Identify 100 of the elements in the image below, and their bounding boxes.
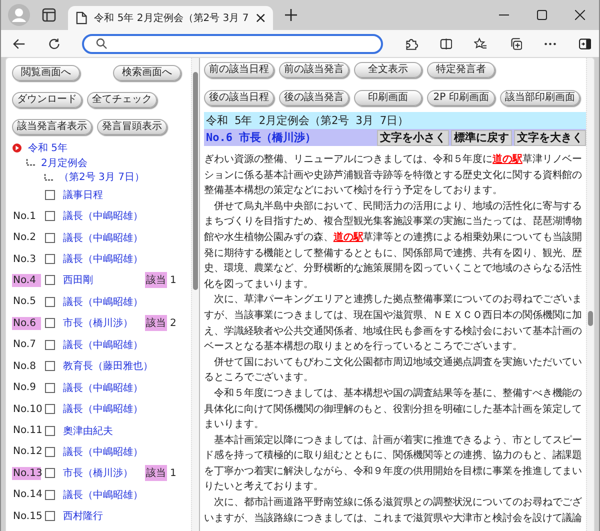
speech-number: No.15 <box>12 510 41 523</box>
new-tab-icon[interactable] <box>285 9 297 21</box>
checkbox[interactable] <box>45 340 55 350</box>
speaker-link[interactable]: 議長（中嶋昭雄） <box>63 402 145 416</box>
speaker-link[interactable]: 奧津由紀夫 <box>63 424 145 438</box>
nav-button[interactable]: 後の該当日程 <box>204 90 274 106</box>
speaker-link[interactable]: 教育長（藤田雅也） <box>63 359 145 374</box>
checkbox[interactable] <box>45 275 55 286</box>
speech-number: No.3 <box>12 252 37 266</box>
address-field[interactable] <box>82 34 384 54</box>
nav-button[interactable]: 前の該当発言 <box>279 62 349 78</box>
speaker-link[interactable]: 議長（中嶋昭雄） <box>63 252 145 266</box>
nav-button[interactable]: 前の該当日程 <box>204 62 274 78</box>
refresh-icon[interactable] <box>48 36 60 50</box>
split-screen-icon[interactable] <box>440 36 452 50</box>
speaker-link[interactable]: 議長（中嶋昭雄） <box>63 294 145 309</box>
speaker-link[interactable]: 西田剛 <box>63 273 145 288</box>
collections-icon[interactable] <box>510 36 522 50</box>
tab-title: 令和 5年 2月定例会（第2号 3月 7 <box>94 12 249 25</box>
close-icon[interactable] <box>575 10 585 20</box>
close-icon[interactable] <box>256 13 265 23</box>
browser-tab[interactable]: 令和 5年 2月定例会（第2号 3月 7 <box>68 6 273 30</box>
checkbox[interactable] <box>45 511 55 522</box>
maximize-icon[interactable] <box>537 10 547 20</box>
checkbox[interactable] <box>45 232 55 243</box>
speaker-link[interactable]: 議長（中嶋昭雄） <box>63 488 145 502</box>
speech-paragraph: 併せて烏丸半島中央部において、民間活力の活用により、地域の活性化に寄与するまちづくりを目指すため、複合型観光集客施設事業の実施に当たっては、琵琶湖博物館や水生植物公園みずの森、道の駅草津等との連携による相乗効果についても当該開発に期待する機能として整備するとともに、関係部局で連携、共有を図り、観光、歴史、環境、農業など、分野横断的な施策展開を図っていくことで地域のさらなる活性化を図ってまいります。 <box>204 200 584 292</box>
tree-item[interactable]: （第2号 3月 7日） <box>59 170 144 184</box>
speech-paragraph: 併せて国においてもびわこ文化公園都市周辺地域交通拠点調査を実施いただいているところでございます。 <box>204 356 584 386</box>
nav-button[interactable]: 全てチェック <box>87 92 157 108</box>
hit-count: 1 <box>170 468 176 479</box>
speech-paragraph: ぎわい資源の整備、リニューアルにつきましては、令和５年度に道の駅草津リノベーションに係る基本計画や史跡芦浦観音寺跡等を特徴とする歴史文化に関する資料館の整備基本構想の策定などにおいて検討を行う予定をしております。 <box>204 152 584 198</box>
speech-number: No.11 <box>12 424 41 438</box>
speaker-name: No.6 市長（橋川渉） <box>206 130 316 145</box>
nav-button[interactable]: 検索画面へ <box>113 65 181 81</box>
speaker-link[interactable]: 議長（中嶋昭雄） <box>63 380 145 395</box>
puzzle-icon[interactable] <box>405 36 418 50</box>
checkbox[interactable] <box>45 468 55 478</box>
scrollbar[interactable] <box>191 58 199 531</box>
scrollbar-thumb[interactable] <box>588 311 593 326</box>
speaker-link[interactable]: 議長（中嶋昭雄） <box>63 209 145 224</box>
nav-button[interactable]: 2P 印刷画面 <box>427 90 495 106</box>
hit-tag: 該当 <box>145 465 167 482</box>
checkbox[interactable] <box>45 382 55 393</box>
checkbox[interactable] <box>45 446 55 457</box>
speaker-link[interactable]: 議事日程 <box>63 188 145 202</box>
more-icon[interactable] <box>544 42 557 46</box>
search-icon <box>96 38 108 49</box>
nav-button[interactable]: 閲覧画面へ <box>12 65 80 81</box>
sidebar-icon[interactable] <box>578 38 592 50</box>
speaker-link[interactable]: 西村隆行 <box>63 509 145 524</box>
tree-item[interactable]: 令和 5年 <box>28 140 68 154</box>
speaker-link[interactable]: 議長（中嶋昭雄） <box>63 338 145 352</box>
nav-button[interactable]: 印刷画面 <box>354 90 422 106</box>
scrollbar-thumb[interactable] <box>193 72 198 290</box>
scrollbar[interactable] <box>586 58 594 531</box>
nav-button[interactable]: 該当部印刷画面 <box>500 90 580 106</box>
font-size-button[interactable]: 文字を小さく <box>377 130 449 146</box>
font-size-button[interactable]: 文字を大きく <box>514 130 586 146</box>
nav-button[interactable]: 後の該当発言 <box>279 90 349 106</box>
nav-button[interactable]: 特定発言者 <box>427 62 495 78</box>
speech-number: No.9 <box>12 381 37 394</box>
checkbox[interactable] <box>45 190 55 200</box>
keyword-link[interactable]: 道の駅 <box>333 232 364 243</box>
hit-count: 1 <box>170 274 176 286</box>
font-size-button[interactable]: 標準に戻す <box>451 130 512 146</box>
speaker-link[interactable]: 議長（中嶋昭雄） <box>63 444 145 459</box>
speech-paragraph: 令和５年度につきましては、基本構想や国の調査結果等を基に、整備すべき機能の具体化に向けて関係機関の御理解のもと、役割分担を明確にした基本計画を策定してまいります。 <box>204 386 584 432</box>
checkbox[interactable] <box>45 404 55 414</box>
hit-tag: 該当 <box>145 272 167 288</box>
speech-number: No.6 <box>12 316 41 330</box>
favorites-star-icon[interactable] <box>474 36 488 50</box>
nav-button[interactable]: 全文表示 <box>354 62 422 78</box>
checkbox[interactable] <box>45 426 55 436</box>
tree-item[interactable]: 2月定例会 <box>41 156 88 170</box>
speech-paragraph: 基本計画策定以降につきましては、計画が着実に推進できるよう、市としてスピード感を持って積極的に取り組むとともに、関係機関等との連携、協力のもと、諸課題を丁寧かつ着実に解決しながら、令和９年度の供用開始を目標に事業を推進してまいりたいと考えております。 <box>204 434 584 494</box>
nav-button[interactable]: 該当発言者表示 <box>12 119 92 135</box>
checkbox[interactable] <box>45 318 55 328</box>
checkbox[interactable] <box>45 254 55 264</box>
speech-paragraph: 次に、都市計画道路平野南笠線に係る滋賀県との調整状況についてのお尋ねでございますが、当該路線につきましては、これまで滋賀県や大津市と検討会を設けて議論 <box>204 496 584 526</box>
speech-number: No.14 <box>12 488 41 502</box>
speech-number: No.13 <box>12 466 41 480</box>
speech-number: No.10 <box>12 402 41 416</box>
speech-number: No.7 <box>12 338 37 352</box>
speech-number: No.5 <box>12 295 37 308</box>
tab-actions-icon[interactable] <box>42 8 56 22</box>
speech-number: No.2 <box>12 231 37 244</box>
speaker-link[interactable]: 市長（橋川渉） <box>63 466 145 480</box>
checkbox[interactable] <box>45 361 55 372</box>
back-arrow-icon[interactable] <box>13 38 26 50</box>
speaker-link[interactable]: 市長（橋川渉） <box>63 316 145 330</box>
nav-button[interactable]: 発言冒頭表示 <box>97 119 167 135</box>
speech-paragraph: 次に、草津パーキングエリアと連携した拠点整備事業についてのお尋ねでございますが、当該事業につきましては、現在国や滋賀県、ＮＥＸＣＯ西日本の関係機関に加え、学識経験者や公共交通関係者、地域住民も参画をする検討会において基本計画のベースとなる基本構想の取りまとめを行っているところでございます。 <box>204 292 584 354</box>
checkbox[interactable] <box>45 211 55 222</box>
speaker-link[interactable]: 議長（中嶋昭雄） <box>63 230 145 245</box>
keyword-link[interactable]: 道の駅 <box>492 154 522 165</box>
nav-button[interactable]: ダウンロード <box>12 92 82 108</box>
speech-number: No.1 <box>12 210 37 223</box>
checkbox[interactable] <box>45 490 55 500</box>
checkbox[interactable] <box>45 296 55 307</box>
